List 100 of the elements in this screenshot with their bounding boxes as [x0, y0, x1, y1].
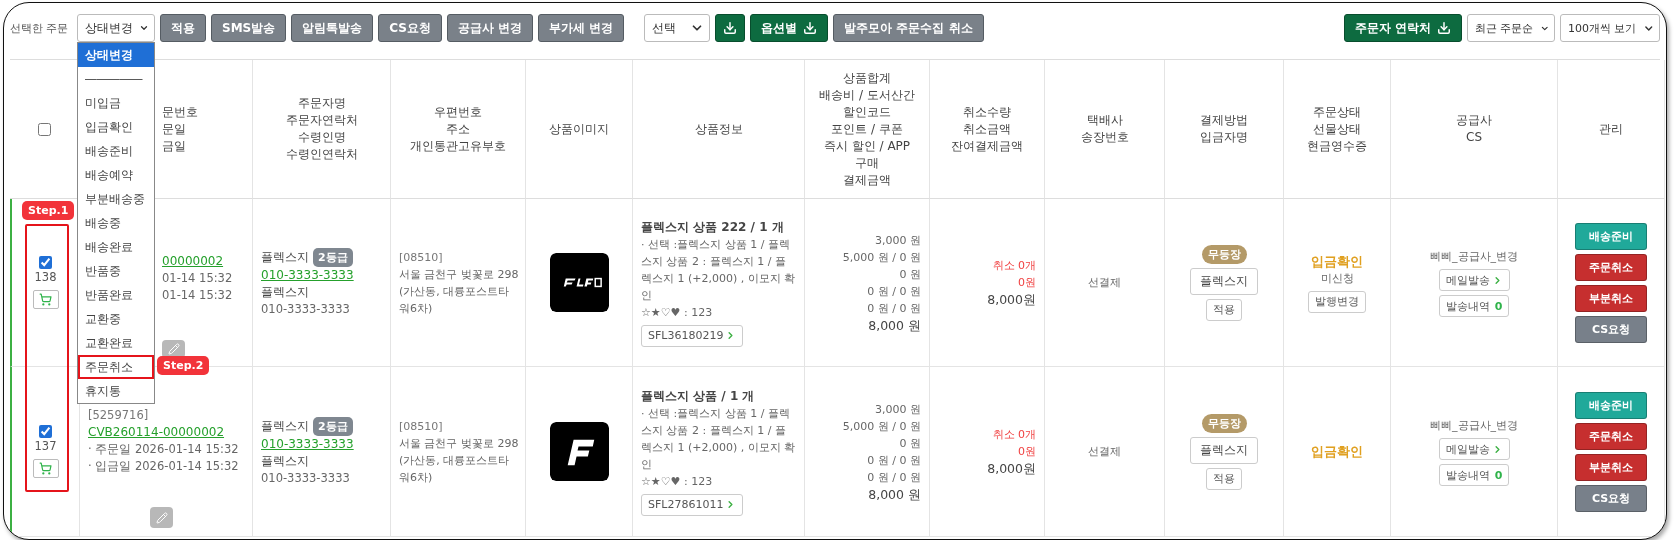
column-header: 금일: [162, 137, 186, 155]
receiver-phone: 010-3333-3333: [261, 469, 350, 487]
product-code-button[interactable]: SFL36180219: [641, 324, 744, 347]
column-header: 송장번호: [1080, 129, 1129, 146]
column-header: 수령인명: [297, 129, 346, 146]
column-header: 결제방법: [1200, 112, 1248, 129]
amount: 0 원 / 0 원: [867, 469, 921, 486]
payer-button[interactable]: 플렉스지: [1190, 436, 1258, 464]
row-number: 138: [34, 269, 57, 286]
courier: 선결제: [1088, 275, 1121, 291]
column-header: 즉시 할인 / APP: [823, 137, 911, 155]
column-header: 선물상태: [1313, 120, 1361, 138]
grade-badge: 무등장: [1201, 413, 1247, 433]
supplier-name: 삐삐_공급사_변경: [1430, 418, 1518, 434]
order-date: 01-14 15:32: [162, 270, 234, 287]
receiver-phone: 010-3333-3333: [261, 300, 350, 318]
action-button[interactable]: 공급사 변경: [446, 14, 534, 42]
order-date: · 입금일 2026-01-14 15:32: [88, 458, 240, 475]
emoji-rating: ☆★♡♥ : 123: [641, 304, 713, 321]
column-header: 택배사: [1086, 112, 1123, 129]
manage-button[interactable]: 주문취소: [1575, 422, 1647, 450]
option-download-button[interactable]: 옵션별: [750, 14, 829, 42]
zip-code: [08510]: [399, 249, 443, 266]
product-options: · 선택 :플렉스지 상품 1 / 플렉스지 상품 2 : 플렉스지 1 / 플렉스지 1 (+2,000) , 이모지 확인: [641, 404, 796, 473]
order-date: · 주문일 2026-01-14 15:32: [88, 441, 240, 458]
column-header: 공급사: [1456, 112, 1492, 129]
cancel-amount: 0원: [1018, 275, 1036, 291]
amount: 5,000 원 / 0 원: [842, 249, 921, 266]
cancel-amount: 0원: [1018, 444, 1036, 460]
manage-button[interactable]: CS요청: [1575, 315, 1647, 343]
sort-select[interactable]: 최근 주문순: [1467, 14, 1555, 42]
payer-button[interactable]: 플렉스지: [1190, 267, 1258, 295]
export-select[interactable]: 선택: [644, 14, 711, 42]
mail-send-button[interactable]: 메일발송: [1438, 269, 1510, 291]
history-count: 0: [1494, 299, 1503, 313]
amount: 3,000 원: [875, 232, 921, 249]
column-header: 상품이미지: [549, 120, 609, 138]
gift-status: 미신청: [1320, 270, 1354, 287]
column-header: 우편번호: [434, 103, 482, 121]
order-status: 입금확인: [1311, 252, 1363, 270]
emoji-rating: ☆★♡♥ : 123: [641, 473, 713, 490]
page-size-select[interactable]: 100개씩 보기: [1560, 14, 1660, 42]
action-button[interactable]: CS요청: [378, 14, 442, 42]
column-header: 취소금액: [963, 120, 1011, 138]
mail-send-button[interactable]: 메일발송: [1438, 438, 1510, 460]
total-amount: 8,000 원: [868, 485, 921, 503]
cancel-collect-button[interactable]: 발주모아 주문수집 취소: [833, 14, 984, 42]
send-history-button[interactable]: 발송내역 0: [1438, 464, 1510, 486]
column-header: 입금자명: [1200, 129, 1248, 146]
action-button[interactable]: 적용: [160, 14, 206, 42]
column-header: 수령인연락처: [285, 146, 358, 163]
row-number: 137: [34, 438, 57, 455]
selected-orders-label: 선택한 주문: [10, 20, 70, 36]
action-button[interactable]: 부가세 변경: [538, 14, 625, 42]
manage-button[interactable]: 부분취소: [1575, 284, 1647, 312]
apply-button[interactable]: 적용: [1206, 298, 1242, 321]
zip-code: [08510]: [399, 418, 443, 435]
column-header: 포인트 / 쿠폰: [831, 120, 903, 138]
phone-link[interactable]: 010-3333-3333: [261, 266, 354, 284]
column-header: 문번호: [162, 103, 198, 121]
grade-badge: 2등급: [313, 247, 353, 267]
column-header: 주소: [446, 120, 470, 138]
status-select[interactable]: 상태변경: [77, 14, 155, 42]
amount: 3,000 원: [875, 401, 921, 418]
receiver-name: 플렉스지: [261, 283, 309, 301]
receipt-button[interactable]: 발행변경: [1308, 290, 1366, 313]
amount: 5,000 원 / 0 원: [842, 418, 921, 435]
column-header: 주문자명: [297, 95, 346, 112]
dropdown-option[interactable]: 상태변경: [78, 43, 154, 67]
send-history-button[interactable]: 발송내역 0: [1438, 295, 1510, 317]
order-number-link[interactable]: CVB260114-00000002: [88, 424, 246, 441]
order-date: 01-14 15:32: [162, 287, 234, 304]
column-header: 구매: [855, 154, 879, 172]
manage-button[interactable]: 주문취소: [1575, 253, 1647, 281]
step-badge: Step.2: [157, 356, 210, 375]
action-button[interactable]: 알림톡발송: [291, 14, 374, 42]
product-code-button[interactable]: SFL27861011: [641, 493, 744, 516]
column-header: 배송비 / 도서산간: [819, 86, 915, 104]
action-button[interactable]: SMS발송: [211, 14, 287, 42]
manage-button[interactable]: 부분취소: [1575, 453, 1647, 481]
product-options: · 선택 :플렉스지 상품 1 / 플렉스지 상품 2 : 플렉스지 1 / 플렉스지 1 (+2,000) , 이모지 확인: [641, 235, 796, 304]
buyer-name: 플렉스지: [261, 417, 309, 435]
order-number-link[interactable]: 00000002: [162, 253, 246, 270]
amount: 0 원 / 0 원: [867, 300, 921, 317]
column-header: 할인코드: [843, 103, 891, 121]
contact-download-button[interactable]: 주문자 연락처: [1343, 14, 1462, 42]
column-header: 취소수량: [963, 103, 1011, 121]
amount: 0 원 / 0 원: [867, 452, 921, 469]
product-title: 플렉스지 상품 222 / 1 개: [641, 218, 784, 236]
dropdown-option[interactable]: 주문취소: [78, 355, 154, 379]
column-header: 상품정보: [694, 120, 743, 138]
amount: 0 원: [899, 266, 921, 283]
address-detail: (가산동, 대륭포스트타워6차): [399, 283, 511, 317]
supplier-name: 삐삐_공급사_변경: [1430, 249, 1518, 265]
column-header: 잔여결제금액: [951, 137, 1023, 155]
manage-button[interactable]: CS요청: [1575, 484, 1647, 512]
phone-link[interactable]: 010-3333-3333: [261, 435, 354, 453]
apply-button[interactable]: 적용: [1206, 467, 1242, 490]
column-header: 주문상태: [1313, 103, 1361, 121]
column-header: 주문자연락처: [285, 112, 358, 129]
